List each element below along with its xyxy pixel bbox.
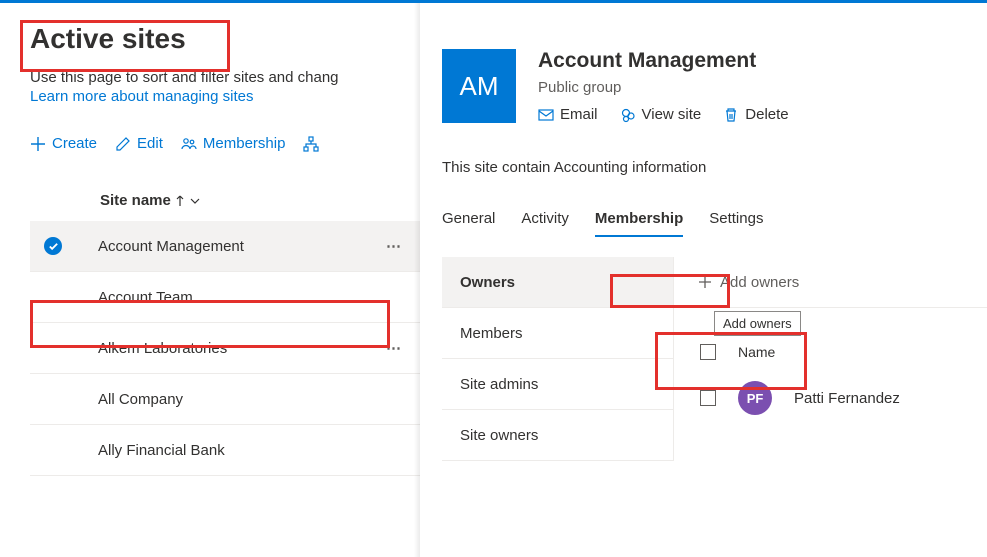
add-owners-button[interactable]: Add owners	[674, 257, 987, 308]
delete-button[interactable]: Delete	[723, 106, 788, 123]
panel-title: Account Management	[538, 49, 789, 73]
people-icon	[181, 136, 197, 152]
group-site-owners[interactable]: Site owners	[442, 410, 673, 461]
checkmark-icon[interactable]	[44, 237, 62, 255]
view-site-button[interactable]: View site	[620, 106, 702, 123]
page-description: Use this page to sort and filter sites a…	[30, 69, 480, 86]
page-title: Active sites	[30, 23, 420, 55]
sort-up-icon	[175, 195, 185, 207]
table-row[interactable]: Ally Financial Bank	[30, 425, 420, 476]
learn-more-link[interactable]: Learn more about managing sites	[30, 88, 253, 105]
panel-subtitle: Public group	[538, 79, 789, 96]
member-checkbox[interactable]	[700, 390, 716, 406]
plus-icon	[30, 136, 46, 152]
site-name: Alkem Laboratories	[98, 340, 227, 357]
table-row[interactable]: Account Management ⋯	[30, 221, 420, 272]
more-icon[interactable]: ⋯	[386, 339, 402, 357]
group-members[interactable]: Members	[442, 308, 673, 359]
membership-button[interactable]: Membership	[181, 135, 286, 152]
tooltip: Add owners	[714, 311, 801, 336]
view-label: View site	[642, 106, 702, 123]
group-site-admins[interactable]: Site admins	[442, 359, 673, 410]
tab-activity[interactable]: Activity	[521, 210, 569, 237]
avatar: PF	[738, 381, 772, 415]
column-header-site-name[interactable]: Site name	[100, 192, 201, 209]
site-description: This site contain Accounting information	[442, 159, 987, 176]
create-button[interactable]: Create	[30, 135, 97, 152]
site-name: Account Team	[98, 289, 193, 306]
table-row[interactable]: Account Team	[30, 272, 420, 323]
hub-button[interactable]	[303, 136, 319, 152]
more-icon[interactable]: ⋯	[386, 237, 402, 255]
site-name: All Company	[98, 391, 183, 408]
trash-icon	[723, 107, 739, 123]
column-header-name: Name	[738, 344, 775, 360]
chevron-down-icon	[189, 195, 201, 207]
table-row[interactable]: Alkem Laboratories ⋯	[30, 323, 420, 374]
col-label: Site name	[100, 192, 171, 209]
edit-button[interactable]: Edit	[115, 135, 163, 152]
site-avatar: AM	[442, 49, 516, 123]
delete-label: Delete	[745, 106, 788, 123]
table-row[interactable]: All Company	[30, 374, 420, 425]
hub-icon	[303, 136, 319, 152]
mail-icon	[538, 107, 554, 123]
edit-label: Edit	[137, 135, 163, 152]
site-name: Account Management	[98, 238, 244, 255]
pencil-icon	[115, 136, 131, 152]
plus-icon	[698, 275, 712, 289]
site-name: Ally Financial Bank	[98, 442, 225, 459]
group-owners[interactable]: Owners	[442, 257, 673, 308]
select-all-checkbox[interactable]	[700, 344, 716, 360]
email-button[interactable]: Email	[538, 106, 598, 123]
tab-settings[interactable]: Settings	[709, 210, 763, 237]
tab-membership[interactable]: Membership	[595, 210, 683, 237]
email-label: Email	[560, 106, 598, 123]
tab-general[interactable]: General	[442, 210, 495, 237]
add-owners-label: Add owners	[720, 274, 799, 291]
member-name: Patti Fernandez	[794, 390, 900, 407]
sharepoint-icon	[620, 107, 636, 123]
membership-label: Membership	[203, 135, 286, 152]
create-label: Create	[52, 135, 97, 152]
member-row[interactable]: PF Patti Fernandez	[674, 372, 987, 424]
